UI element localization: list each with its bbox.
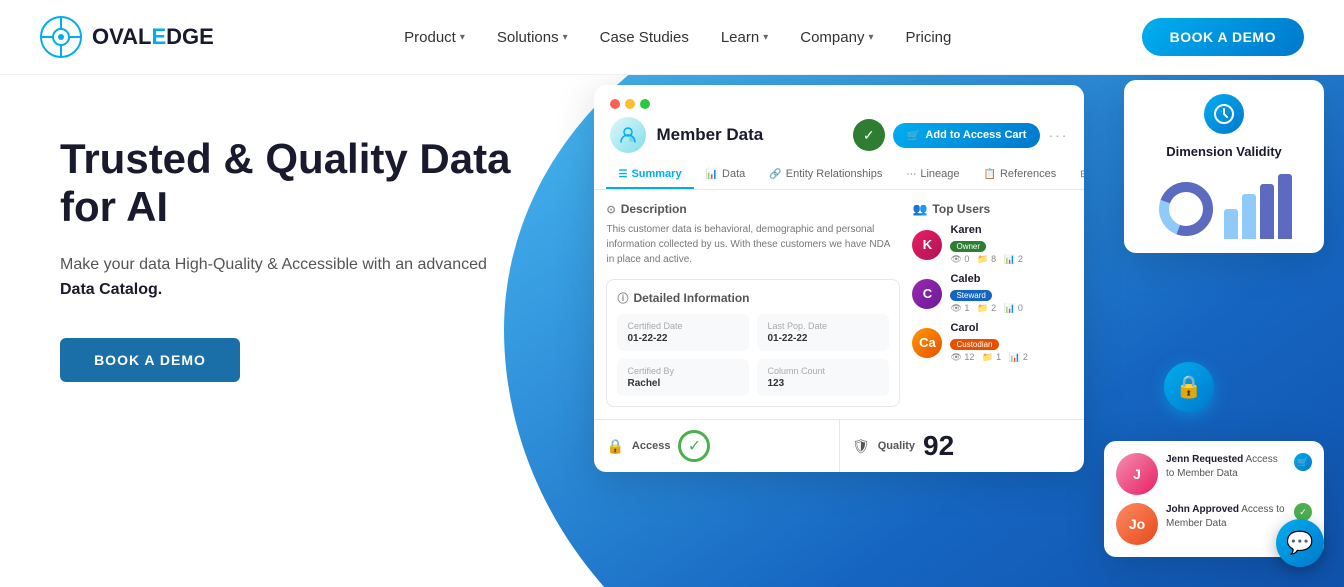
tl-green: [640, 99, 650, 109]
bar-chart: [1224, 179, 1292, 239]
bar-4: [1278, 174, 1292, 239]
traffic-lights: [610, 99, 1068, 109]
notif-jenn: J Jenn Requested Access to Member Data 🛒: [1116, 453, 1312, 495]
certified-badge: ✓: [853, 119, 885, 151]
cart-icon: 🛒: [1294, 453, 1312, 471]
description-text: This customer data is behavioral, demogr…: [606, 222, 900, 267]
card-bottom: 🔒 Access ✓ 🛡 Quality 92: [594, 419, 1084, 472]
tl-yellow: [625, 99, 635, 109]
nav-case-studies[interactable]: Case Studies: [600, 29, 689, 46]
member-data-title: Member Data: [656, 125, 763, 145]
hero-book-demo-button[interactable]: BOOK A DEMO: [60, 338, 240, 382]
last-pop-date-field: Last Pop. Date 01-22-22: [757, 314, 889, 351]
validity-chart: [1138, 169, 1310, 239]
validity-card: Dimension Validity: [1124, 80, 1324, 253]
nav-solutions[interactable]: Solutions ▾: [497, 29, 568, 46]
validity-icon: [1204, 94, 1244, 134]
tab-lineage[interactable]: ⋯ Lineage: [894, 161, 971, 189]
detailed-section: ⓘ Detailed Information Certified Date 01…: [606, 279, 900, 407]
description-icon: ⊙: [606, 203, 615, 216]
tab-summary[interactable]: ☰ Summary: [606, 161, 693, 189]
access-section: 🔒 Access ✓: [594, 420, 840, 472]
nav-pricing[interactable]: Pricing: [905, 29, 951, 46]
avatar-jenn: J: [1116, 453, 1158, 495]
card-tabs: ☰ Summary 📊 Data 🔗 Entity Relationships …: [594, 161, 1084, 190]
solutions-chevron-icon: ▾: [563, 32, 568, 43]
hero-subtitle: Make your data High-Quality & Accessible…: [60, 252, 524, 303]
logo[interactable]: OVALEDGE: [40, 16, 214, 58]
bar-3: [1260, 184, 1274, 239]
donut-chart: [1156, 179, 1216, 239]
avatar-caleb: C: [912, 279, 942, 309]
card-header-inner: Member Data ✓ 🛒 Add to Access Cart ···: [610, 117, 1068, 161]
access-check: ✓: [678, 430, 710, 462]
hero-title: Trusted & Quality Data for AI: [60, 135, 524, 232]
column-count-field: Column Count 123: [757, 359, 889, 396]
nav-right: BOOK A DEMO: [1142, 18, 1304, 56]
more-options[interactable]: ···: [1048, 127, 1068, 143]
user-caleb: C Caleb Steward 👁 1 📁 2 📊 0: [912, 273, 1072, 314]
navbar: OVALEDGE Product ▾ Solutions ▾ Case Stud…: [0, 0, 1344, 75]
nav-links: Product ▾ Solutions ▾ Case Studies Learn…: [404, 29, 951, 46]
top-users-title: 👥 Top Users: [912, 202, 1072, 216]
user-info-karen: Karen Owner 👁 0 📁 8 📊 2: [950, 224, 1072, 265]
notif-jenn-text: Jenn Requested Access to Member Data: [1166, 453, 1286, 481]
notif-john-text: John Approved Access to Member Data: [1166, 503, 1286, 531]
tl-red: [610, 99, 620, 109]
card-title-row: Member Data: [610, 117, 763, 153]
user-info-caleb: Caleb Steward 👁 1 📁 2 📊 0: [950, 273, 1072, 314]
nav-product[interactable]: Product ▾: [404, 29, 465, 46]
validity-title: Dimension Validity: [1138, 144, 1310, 159]
info-icon: ⓘ: [617, 290, 628, 306]
quality-icon: 🛡: [852, 438, 870, 455]
avatar-karen: K: [912, 230, 942, 260]
main-content: Trusted & Quality Data for AI Make your …: [0, 75, 1344, 587]
card-body: ⊙ Description This customer data is beha…: [594, 190, 1084, 419]
tab-data[interactable]: 📊 Data: [694, 161, 758, 189]
nav-book-demo-button[interactable]: BOOK A DEMO: [1142, 18, 1304, 56]
users-icon: 👥: [912, 202, 927, 216]
bar-2: [1242, 194, 1256, 239]
hero-right: Member Data ✓ 🛒 Add to Access Cart ···: [564, 75, 1344, 587]
lock-icon: 🔒: [606, 438, 623, 455]
lock-floating-icon: 🔒: [1164, 362, 1214, 412]
user-carol: Ca Carol Custodian 👁 12 📁 1 📊 2: [912, 322, 1072, 363]
user-karen: K Karen Owner 👁 0 📁 8 📊 2: [912, 224, 1072, 265]
detailed-title: ⓘ Detailed Information: [617, 290, 889, 306]
hero-section: Trusted & Quality Data for AI Make your …: [0, 75, 564, 587]
card-header-actions: ✓ 🛒 Add to Access Cart ···: [853, 119, 1069, 151]
card-right: 👥 Top Users K Karen Owner 👁 0 📁 8 📊 2: [912, 202, 1072, 407]
product-chevron-icon: ▾: [460, 32, 465, 43]
nav-company[interactable]: Company ▾: [800, 29, 873, 46]
learn-chevron-icon: ▾: [763, 32, 768, 43]
certified-date-field: Certified Date 01-22-22: [617, 314, 749, 351]
tab-column-details[interactable]: ⊞ Column Details: [1068, 161, 1084, 189]
avatar-carol: Ca: [912, 328, 942, 358]
member-card-header: Member Data ✓ 🛒 Add to Access Cart ···: [594, 85, 1084, 161]
avatar-john: Jo: [1116, 503, 1158, 545]
card-left: ⊙ Description This customer data is beha…: [606, 202, 900, 407]
member-data-icon: [610, 117, 646, 153]
nav-learn[interactable]: Learn ▾: [721, 29, 768, 46]
certified-by-field: Certified By Rachel: [617, 359, 749, 396]
tab-entity-relationships[interactable]: 🔗 Entity Relationships: [757, 161, 894, 189]
company-chevron-icon: ▾: [868, 32, 873, 43]
logo-icon: [40, 16, 82, 58]
logo-text: OVALEDGE: [92, 24, 214, 50]
add-to-cart-button[interactable]: 🛒 Add to Access Cart: [893, 123, 1041, 148]
tab-references[interactable]: 📋 References: [972, 161, 1069, 189]
user-info-carol: Carol Custodian 👁 12 📁 1 📊 2: [950, 322, 1072, 363]
chat-button[interactable]: 💬: [1276, 519, 1324, 567]
member-data-card: Member Data ✓ 🛒 Add to Access Cart ···: [594, 85, 1084, 472]
validity-header: [1138, 94, 1310, 134]
description-title: ⊙ Description: [606, 202, 900, 216]
detail-grid: Certified Date 01-22-22 Last Pop. Date 0…: [617, 314, 889, 396]
quality-section: 🛡 Quality 92: [840, 420, 1085, 472]
bar-1: [1224, 209, 1238, 239]
